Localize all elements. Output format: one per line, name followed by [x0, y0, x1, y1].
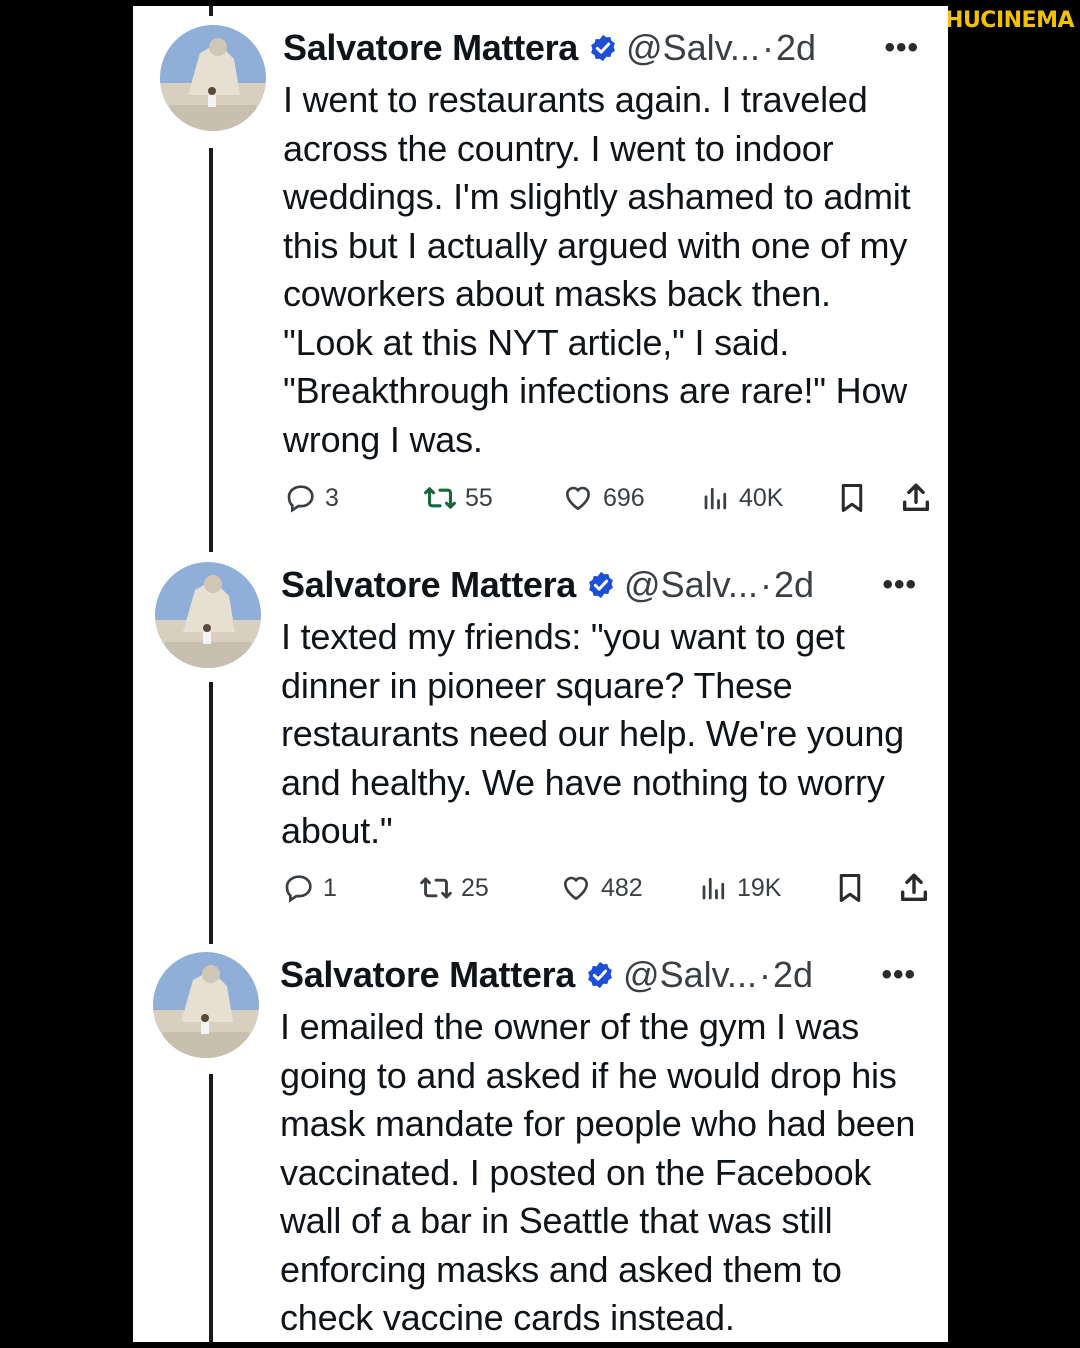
view-count: 19K: [737, 873, 782, 902]
thread-line-top: [209, 6, 213, 16]
thread-line-2: [209, 682, 213, 944]
repost-icon: [424, 487, 456, 509]
more-options-icon[interactable]: •••: [882, 568, 917, 602]
reply-count: 3: [325, 483, 339, 512]
action-bar: 3 55 696 40K: [285, 478, 945, 518]
reply-button[interactable]: 1: [283, 872, 337, 904]
share-icon: [900, 873, 928, 902]
author-handle[interactable]: @Salv...: [626, 27, 760, 69]
like-count: 482: [601, 873, 643, 902]
heart-icon: [563, 876, 589, 901]
separator-dot: ·: [759, 564, 772, 605]
tweet-body: Salvatore Mattera @Salv... · 2d ••• I te…: [281, 563, 921, 856]
author-handle[interactable]: @Salv...: [624, 564, 758, 606]
reply-count: 1: [323, 873, 337, 902]
bookmark-icon: [839, 874, 861, 902]
thread-line-3: [209, 1074, 213, 1342]
thread-line-1: [209, 148, 213, 552]
repost-count: 55: [465, 483, 493, 512]
verified-badge-icon: [586, 570, 616, 600]
like-button[interactable]: 696: [561, 482, 645, 514]
verified-badge-icon: [588, 33, 618, 63]
separator-dot: ·: [761, 27, 774, 68]
tweet-body: Salvatore Mattera @Salv... · 2d ••• I we…: [283, 26, 923, 464]
view-count: 40K: [739, 483, 784, 512]
more-options-icon[interactable]: •••: [881, 958, 916, 992]
author-name[interactable]: Salvatore Mattera: [283, 27, 578, 69]
thread-card: Salvatore Mattera @Salv... · 2d ••• I we…: [133, 6, 948, 1342]
views-icon: [704, 487, 727, 510]
share-icon: [902, 483, 930, 512]
heart-icon: [565, 486, 591, 511]
timestamp[interactable]: 2d: [776, 27, 816, 69]
tweet-body: Salvatore Mattera @Salv... · 2d ••• I em…: [280, 953, 920, 1342]
views-button[interactable]: 19K: [699, 872, 781, 904]
more-options-icon[interactable]: •••: [884, 31, 919, 65]
verified-badge-icon: [585, 960, 615, 990]
repost-button[interactable]: 55: [423, 482, 493, 514]
reply-icon: [285, 875, 312, 903]
repost-count: 25: [461, 873, 489, 902]
tweet-header: Salvatore Mattera @Salv... · 2d •••: [280, 953, 920, 997]
separator-dot: ·: [758, 954, 771, 995]
like-button[interactable]: 482: [559, 872, 643, 904]
repost-icon: [420, 877, 452, 899]
bookmark-button[interactable]: [837, 481, 867, 515]
author-name[interactable]: Salvatore Mattera: [280, 954, 575, 996]
tweet-text: I texted my friends: "you want to get di…: [281, 616, 904, 851]
action-bar: 1 25 482 19K: [283, 868, 943, 908]
tweet-text: I went to restaurants again. I traveled …: [283, 79, 911, 460]
repost-button[interactable]: 25: [419, 872, 489, 904]
like-count: 696: [603, 483, 645, 512]
share-button[interactable]: [897, 871, 931, 905]
bookmark-button[interactable]: [835, 871, 865, 905]
avatar[interactable]: [160, 25, 266, 131]
timestamp[interactable]: 2d: [773, 954, 813, 996]
timestamp[interactable]: 2d: [774, 564, 814, 606]
screenshot-frame: GETHUCINEMA Salvatore Mattera @Salv... ·…: [0, 0, 1080, 1348]
views-button[interactable]: 40K: [701, 482, 783, 514]
tweet-header: Salvatore Mattera @Salv... · 2d •••: [283, 26, 923, 70]
avatar[interactable]: [153, 952, 259, 1058]
reply-icon: [287, 485, 314, 513]
avatar[interactable]: [155, 562, 261, 668]
bookmark-icon: [841, 484, 863, 512]
tweet-header: Salvatore Mattera @Salv... · 2d •••: [281, 563, 921, 607]
author-name[interactable]: Salvatore Mattera: [281, 564, 576, 606]
author-handle[interactable]: @Salv...: [623, 954, 757, 996]
reply-button[interactable]: 3: [285, 482, 339, 514]
views-icon: [702, 877, 725, 900]
tweet-text: I emailed the owner of the gym I was goi…: [280, 1006, 916, 1338]
share-button[interactable]: [899, 481, 933, 515]
